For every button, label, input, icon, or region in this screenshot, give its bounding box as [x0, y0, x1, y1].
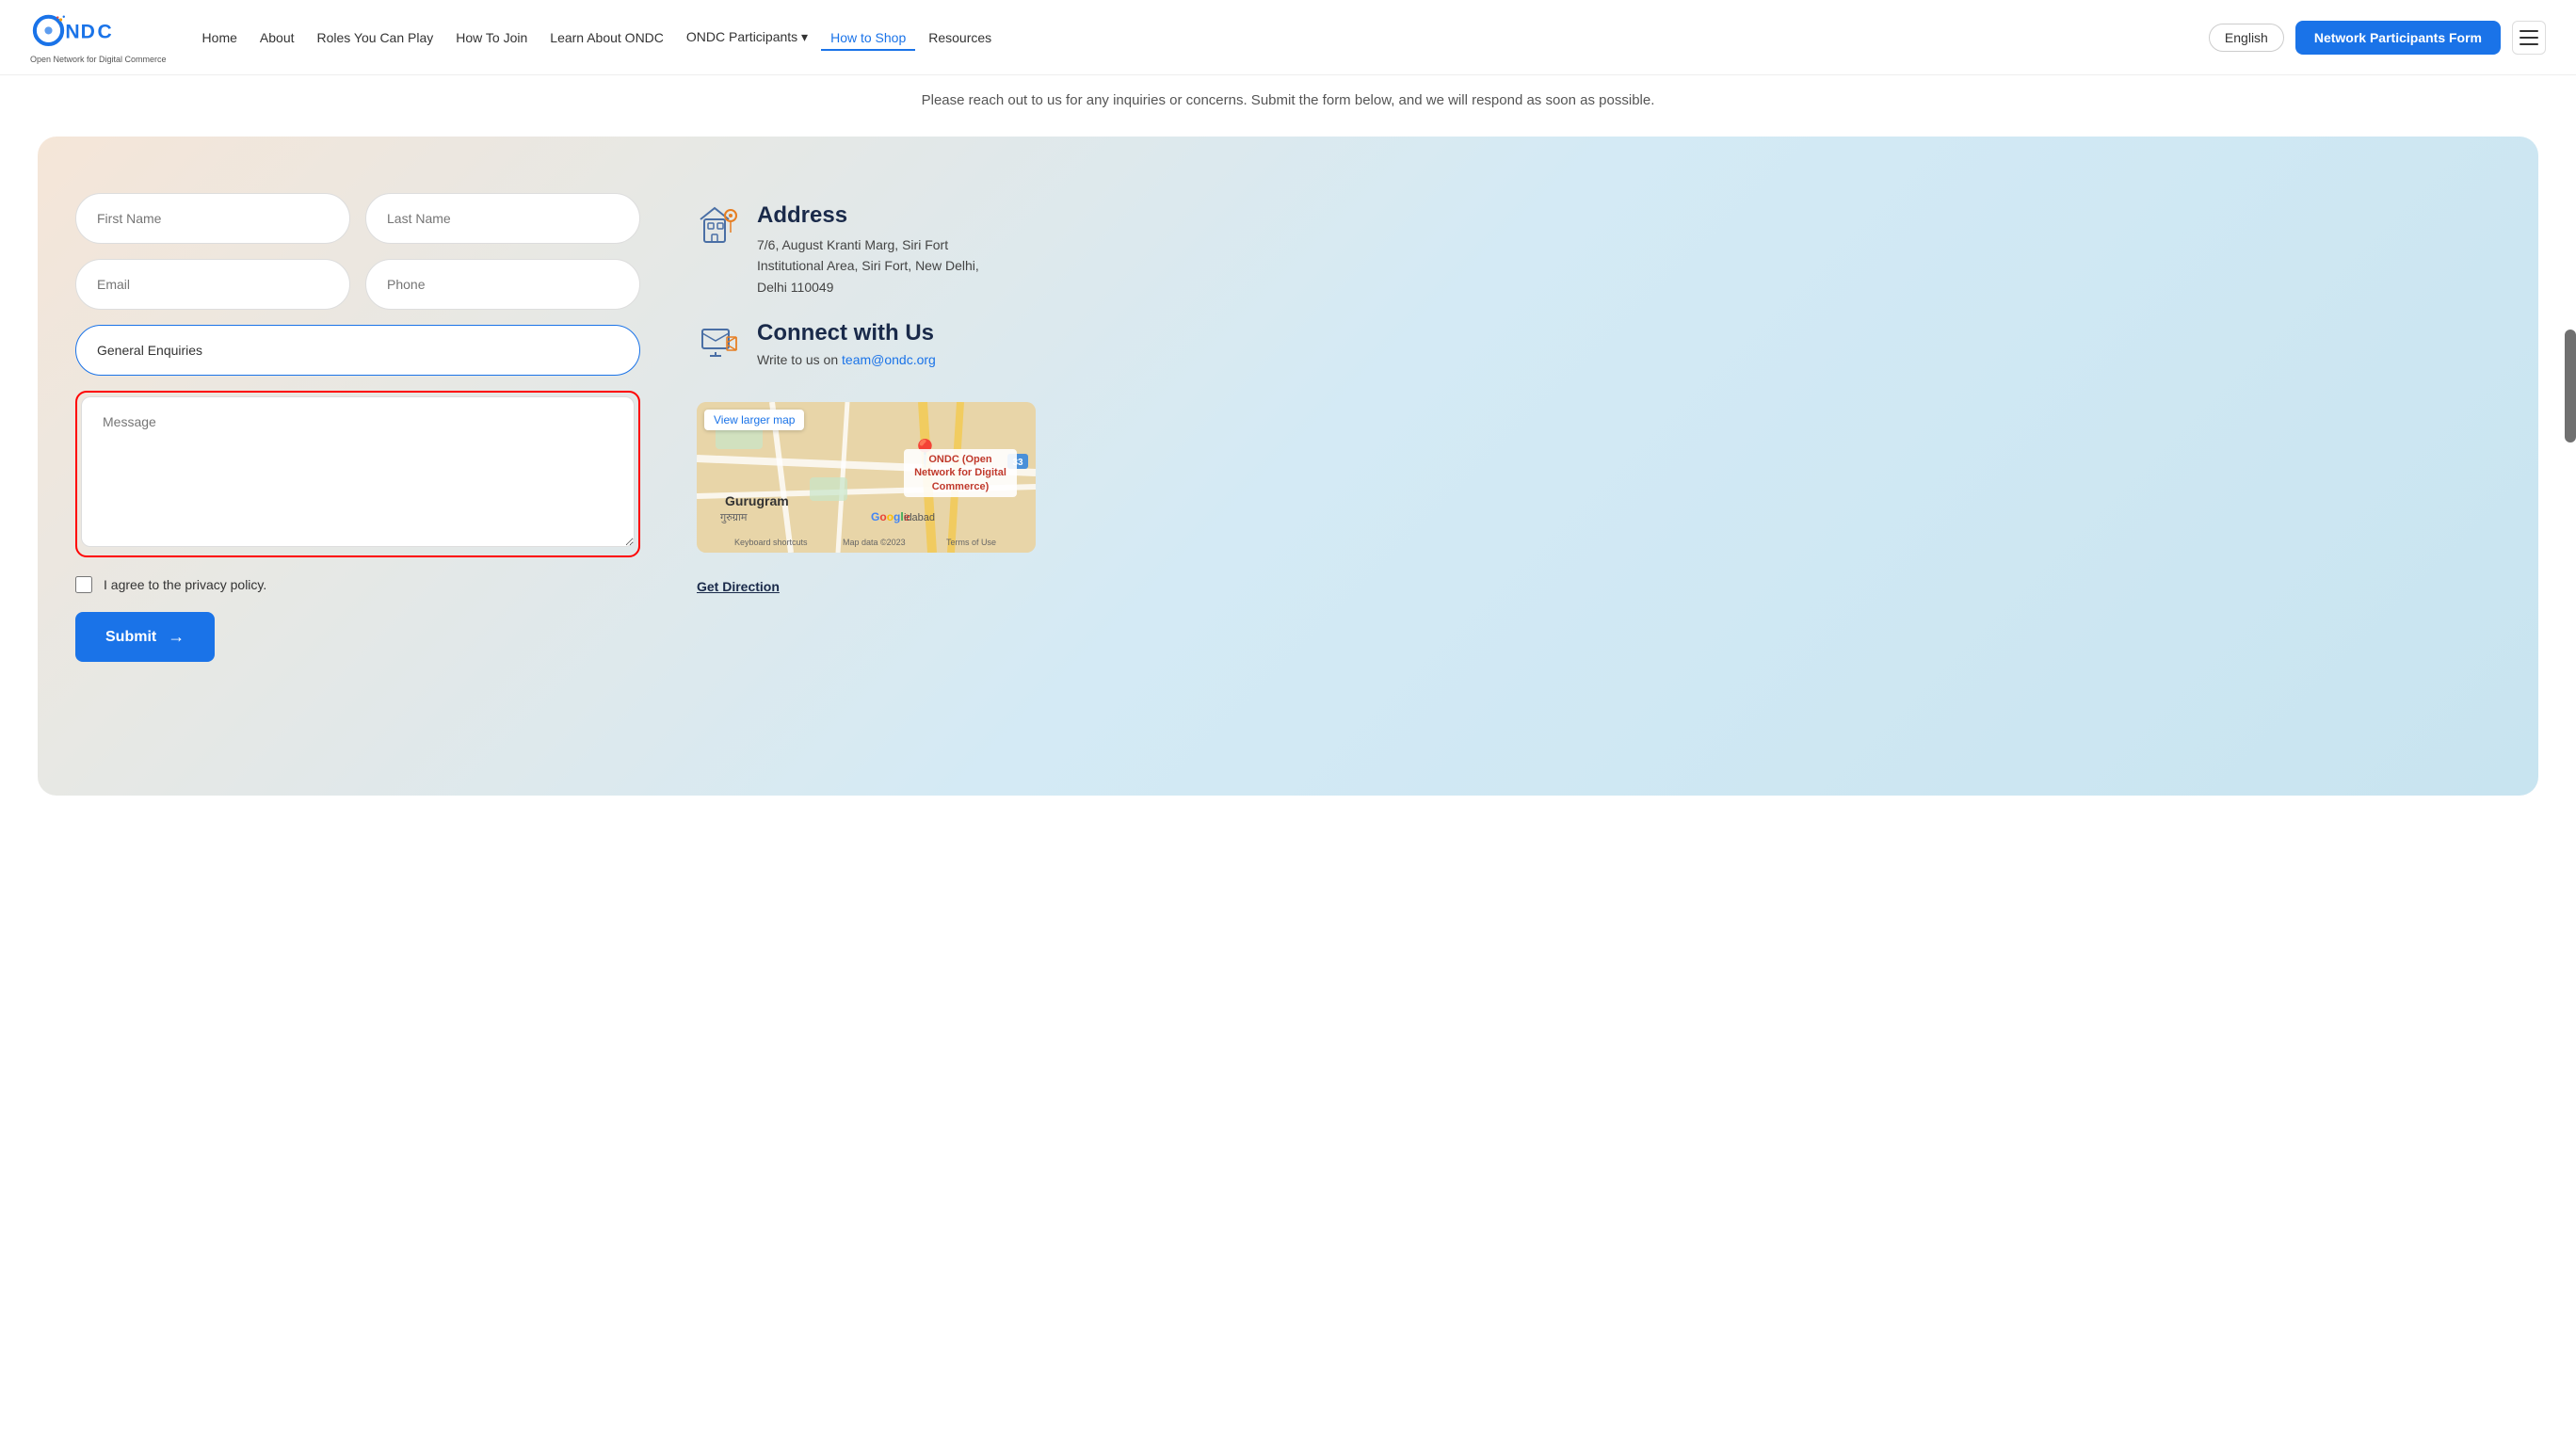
nav-right: English Network Participants Form — [2209, 21, 2546, 55]
svg-text:गुरुग्राम: गुरुग्राम — [720, 512, 748, 523]
nav-how-to-join[interactable]: How To Join — [446, 24, 537, 51]
phone-input[interactable] — [365, 259, 640, 310]
scrollbar[interactable] — [2565, 330, 2576, 442]
network-participants-button[interactable]: Network Participants Form — [2295, 21, 2501, 55]
nav-links: Home About Roles You Can Play How To Joi… — [193, 24, 2209, 51]
privacy-row: I agree to the privacy policy. — [75, 576, 640, 593]
contact-form: General Enquiries Technical Support Part… — [75, 193, 640, 739]
map-container: Gurugram गुरुग्राम Google idabad 33 Keyb… — [697, 402, 1036, 553]
language-button[interactable]: English — [2209, 24, 2284, 52]
submit-arrow-icon: → — [168, 627, 185, 647]
message-wrapper — [75, 391, 640, 557]
nav-home[interactable]: Home — [193, 24, 247, 51]
svg-text:idabad: idabad — [904, 512, 935, 523]
logo-image: N D C — [30, 11, 153, 53]
hamburger-line-1 — [2520, 30, 2538, 32]
name-row — [75, 193, 640, 244]
message-textarea[interactable] — [81, 396, 635, 547]
nav-about[interactable]: About — [250, 24, 304, 51]
connect-email-text: Write to us on team@ondc.org — [757, 352, 936, 367]
svg-text:N: N — [65, 21, 79, 42]
svg-text:Map data ©2023: Map data ©2023 — [843, 538, 906, 547]
svg-text:D: D — [81, 21, 95, 42]
submit-button[interactable]: Submit → — [75, 612, 215, 662]
connect-content: Connect with Us Write to us on team@ondc… — [757, 320, 936, 367]
last-name-input[interactable] — [365, 193, 640, 244]
svg-text:Keyboard shortcuts: Keyboard shortcuts — [734, 538, 808, 547]
first-name-input[interactable] — [75, 193, 350, 244]
nav-roles[interactable]: Roles You Can Play — [308, 24, 443, 51]
privacy-label: I agree to the privacy policy. — [104, 577, 266, 592]
page-subtitle: Please reach out to us for any inquiries… — [0, 75, 2576, 118]
nav-how-to-shop[interactable]: How to Shop — [821, 24, 915, 51]
main-content: General Enquiries Technical Support Part… — [38, 137, 2538, 796]
hamburger-line-2 — [2520, 37, 2538, 39]
svg-text:Terms of Use: Terms of Use — [946, 538, 996, 547]
hamburger-line-3 — [2520, 43, 2538, 45]
connect-block: Connect with Us Write to us on team@ondc… — [697, 320, 2501, 374]
navbar: N D C Open Network for Digital Commerce … — [0, 0, 2576, 75]
enquiry-select[interactable]: General Enquiries Technical Support Part… — [75, 325, 640, 376]
get-direction: Get Direction — [697, 579, 2501, 596]
nav-learn[interactable]: Learn About ONDC — [540, 24, 673, 51]
address-icon — [697, 202, 742, 256]
contact-row — [75, 259, 640, 310]
connect-icon — [697, 320, 742, 374]
logo-tagline: Open Network for Digital Commerce — [30, 55, 167, 64]
submit-label: Submit — [105, 629, 156, 646]
nav-participants[interactable]: ONDC Participants ▾ — [677, 24, 817, 51]
address-title: Address — [757, 202, 979, 229]
email-link[interactable]: team@ondc.org — [842, 352, 936, 367]
contact-info: Address 7/6, August Kranti Marg, Siri Fo… — [697, 193, 2501, 739]
privacy-checkbox[interactable] — [75, 576, 92, 593]
svg-text:C: C — [98, 21, 112, 42]
connect-title: Connect with Us — [757, 320, 936, 346]
svg-text:Gurugram: Gurugram — [725, 493, 789, 508]
address-text: 7/6, August Kranti Marg, Siri Fort Insti… — [757, 234, 979, 298]
view-larger-map-button[interactable]: View larger map — [704, 410, 804, 430]
email-input[interactable] — [75, 259, 350, 310]
nav-resources[interactable]: Resources — [919, 24, 1001, 51]
address-block: Address 7/6, August Kranti Marg, Siri Fo… — [697, 202, 2501, 298]
hamburger-menu[interactable] — [2512, 21, 2546, 55]
logo[interactable]: N D C Open Network for Digital Commerce — [30, 11, 167, 64]
get-direction-link[interactable]: Get Direction — [697, 579, 780, 594]
map-ondc-label: ONDC (Open Network for Digital Commerce) — [904, 449, 1017, 497]
address-content: Address 7/6, August Kranti Marg, Siri Fo… — [757, 202, 979, 298]
